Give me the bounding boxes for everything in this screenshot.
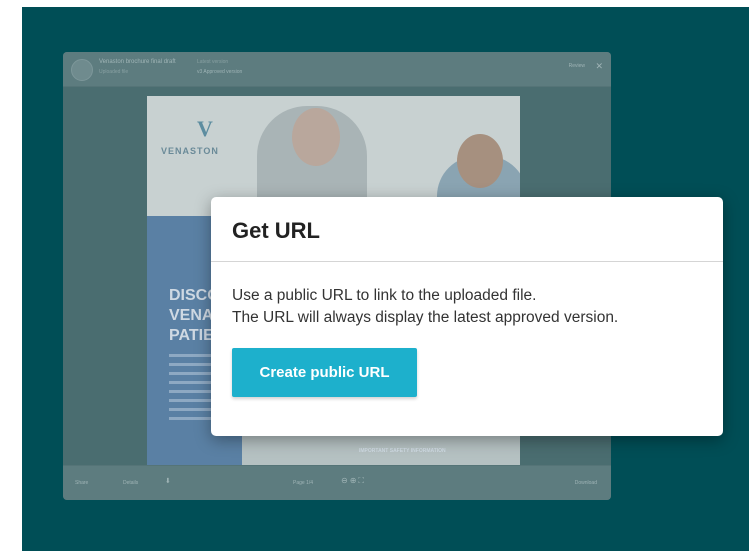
document-footer-text: IMPORTANT SAFETY INFORMATION	[359, 448, 446, 454]
app-logo-icon	[71, 59, 93, 81]
dialog-title: Get URL	[232, 218, 320, 243]
viewer-meta-label: Latest version	[197, 59, 229, 65]
page-indicator: Page 1/4	[293, 480, 314, 486]
share-link: Share	[75, 480, 89, 486]
viewer-subtitle: Uploaded file	[99, 69, 129, 75]
get-url-dialog: Get URL Use a public URL to link to the …	[211, 197, 723, 436]
details-link: Details	[123, 480, 139, 486]
viewer-header: Venaston brochure final draft Uploaded f…	[63, 52, 611, 87]
document-logo-icon: V	[197, 116, 213, 141]
photo-person-left-head	[292, 108, 340, 166]
viewer-title: Venaston brochure final draft	[99, 59, 176, 65]
dialog-description-line-1: Use a public URL to link to the uploaded…	[232, 287, 537, 304]
zoom-icons: ⊖⊕⛶	[341, 476, 367, 485]
dialog-description-line-2: The URL will always display the latest a…	[232, 309, 619, 326]
dialog-divider	[211, 261, 723, 262]
photo-person-right-head	[457, 134, 503, 188]
viewer-meta-value: v3 Approved version	[197, 69, 243, 75]
download-link: Download	[574, 480, 597, 486]
review-link: Review	[568, 63, 585, 69]
document-logo-text: VENASTON	[161, 146, 219, 156]
create-public-url-button[interactable]: Create public URL	[232, 348, 417, 397]
viewer-toolbar: Share Details ⬇ Page 1/4 ⊖⊕⛶ Download	[63, 465, 611, 500]
download-arrow-icon: ⬇	[165, 478, 171, 485]
close-icon: ✕	[595, 61, 603, 71]
dialog-description: Use a public URL to link to the uploaded…	[232, 285, 618, 329]
